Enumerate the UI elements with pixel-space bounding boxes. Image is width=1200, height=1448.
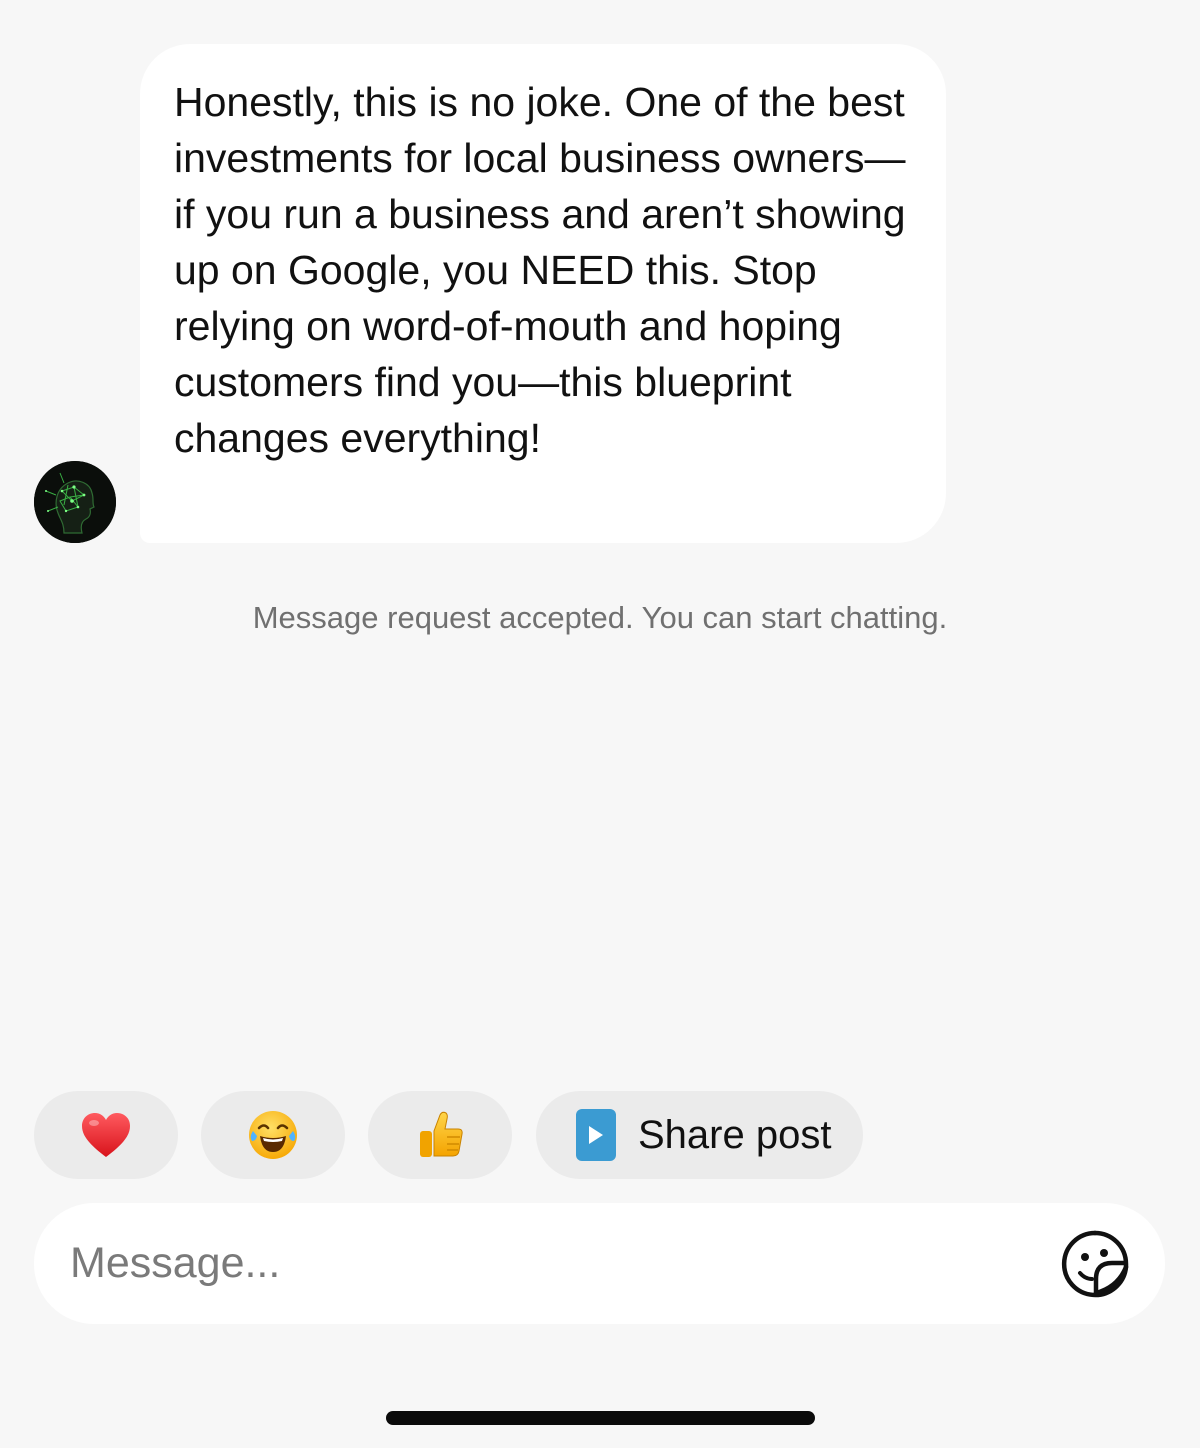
share-post-button[interactable]: Share post (536, 1091, 863, 1179)
tears-of-joy-icon (249, 1111, 297, 1159)
sticker-icon (1061, 1230, 1129, 1298)
thumbs-up-reaction-button[interactable] (368, 1091, 512, 1179)
heart-icon (82, 1113, 130, 1157)
message-composer (34, 1203, 1165, 1324)
share-post-label: Share post (638, 1112, 832, 1157)
message-request-status: Message request accepted. You can start … (252, 600, 948, 635)
incoming-message-bubble[interactable]: Honestly, this is no joke. One of the be… (140, 44, 946, 543)
sender-avatar[interactable] (34, 461, 116, 543)
laugh-reaction-button[interactable] (201, 1091, 345, 1179)
green-head-silhouette-avatar-icon (34, 461, 116, 543)
sticker-button[interactable] (1060, 1229, 1130, 1299)
play-icon (576, 1109, 616, 1161)
heart-reaction-button[interactable] (34, 1091, 178, 1179)
thumbs-up-icon (420, 1111, 463, 1157)
home-indicator[interactable] (386, 1411, 815, 1425)
incoming-message-text: Honestly, this is no joke. One of the be… (174, 79, 906, 461)
message-input[interactable] (70, 1203, 1030, 1324)
